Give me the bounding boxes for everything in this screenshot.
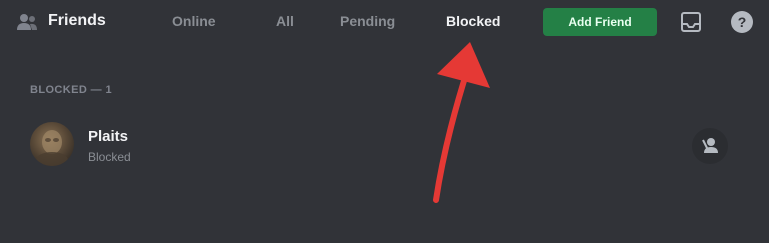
list-item[interactable]: Plaits Blocked [24,114,746,176]
section-header: Blocked — 1 [30,84,113,96]
help-icon[interactable]: ? [728,8,756,36]
friend-name: Plaits [88,128,129,145]
unblock-button[interactable] [692,128,728,164]
top-bar: Friends Online All Pending Blocked Add F… [0,0,769,44]
tab-online[interactable]: Online [172,13,216,29]
unblock-icon [702,138,718,153]
avatar [30,122,74,166]
friends-icon [17,14,37,30]
inbox-icon[interactable] [677,8,705,36]
friend-status: Blocked [88,150,131,164]
page-title: Friends [48,12,106,29]
add-friend-button[interactable]: Add Friend [543,8,657,36]
tab-all[interactable]: All [276,13,294,29]
tab-pending[interactable]: Pending [340,13,395,29]
tab-blocked[interactable]: Blocked [446,13,500,29]
friends-page: Friends Online All Pending Blocked Add F… [0,0,769,243]
svg-text:?: ? [738,14,747,30]
